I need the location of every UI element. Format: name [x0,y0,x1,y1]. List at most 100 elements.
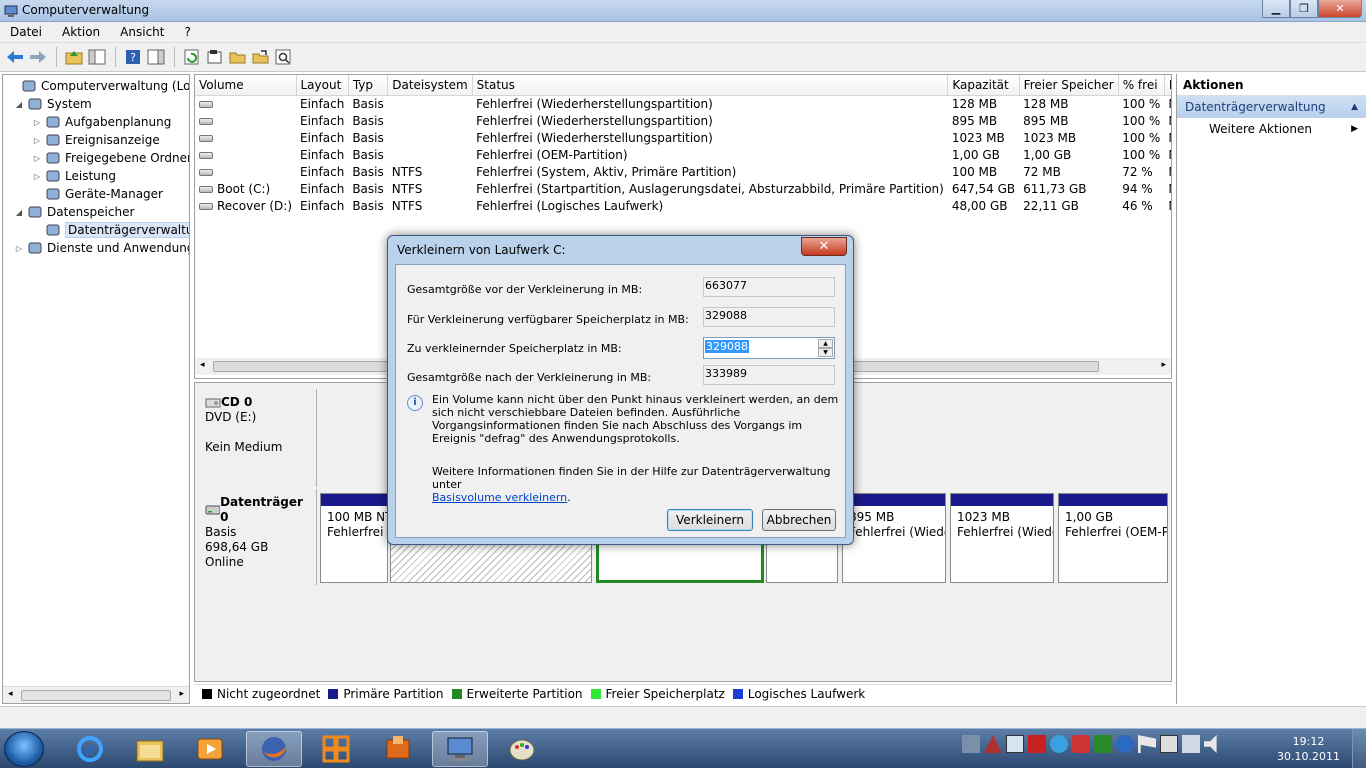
computer-management-taskbar-icon[interactable] [432,731,488,767]
table-row[interactable]: Recover (D:) Einfach Basis NTFS Fehlerfrei (… [195,197,1171,214]
show-desktop-button[interactable] [1352,729,1366,768]
search-icon[interactable] [273,46,295,68]
column-header[interactable]: Kapazität [947,75,1020,96]
internet-explorer-icon[interactable]: e [62,731,118,767]
tree-expander-icon[interactable]: ▷ [31,136,43,145]
minimize-button[interactable]: ▁ [1262,0,1290,18]
office-app-icon[interactable] [370,731,426,767]
tray-app-icon[interactable] [1006,735,1024,753]
menu-bar: Datei Aktion Ansicht ? [0,22,1366,43]
tray-record-icon[interactable] [1072,735,1090,753]
column-header[interactable]: Volume [195,75,297,96]
menu-help[interactable]: ? [174,25,200,39]
spin-down-icon[interactable]: ▼ [818,348,833,357]
tray-security-icon[interactable] [1028,735,1046,753]
up-folder-icon[interactable] [63,46,85,68]
table-cell: 72 % [1122,164,1153,179]
close-button[interactable]: ✕ [1318,0,1362,18]
column-header[interactable]: Fehlertoleranz [1164,75,1171,96]
tree-item[interactable]: ▷ Freigegebene Ordner [31,149,189,167]
tray-network-icon[interactable] [962,735,980,753]
tray-shield-icon[interactable] [1094,735,1112,753]
table-cell: Einfach [300,164,345,179]
firefox-icon[interactable] [246,731,302,767]
tree-expander-icon[interactable]: ◢ [13,208,25,217]
tree-expander-icon[interactable]: ◢ [13,100,25,109]
cancel-button[interactable]: Abbrechen [762,509,836,531]
partition-block[interactable]: 1023 MB Fehlerfrei (Wieder [950,493,1054,583]
storage-icon [27,204,43,220]
paint-icon[interactable] [494,731,550,767]
tray-flag-icon[interactable] [1138,735,1156,753]
column-header[interactable]: Dateisystem [387,75,473,96]
column-header[interactable]: Status [472,75,949,96]
table-row[interactable]: Einfach Basis Fehlerfrei (Wiederherstellun… [195,95,1171,112]
tree-expander-icon[interactable]: ▷ [31,154,43,163]
dialog-close-button[interactable]: ✕ [801,237,847,256]
available-value: 329088 [703,307,835,327]
more-actions-item[interactable]: Weitere Aktionen ▶ [1177,118,1366,140]
show-hide-tree-icon[interactable] [86,46,108,68]
disk0-label[interactable]: Datenträger 0 Basis 698,64 GB Online [199,489,317,585]
computer-management-icon [21,78,37,94]
partition-block[interactable]: 1,00 GB Fehlerfrei (OEM-P [1058,493,1168,583]
office-icon[interactable] [308,731,364,767]
explorer-folder-icon[interactable] [122,731,178,767]
spin-up-icon[interactable]: ▲ [818,339,833,348]
tree-scrollbar[interactable]: ◂ ▸ [3,686,189,703]
clock[interactable]: 19:12 30.10.2011 [1277,734,1340,764]
table-cell [388,146,472,163]
tree-item[interactable]: ▷ Leistung [31,167,116,185]
tree-item[interactable]: ▷ Dienste und Anwendungen [13,239,189,257]
tree-expander-icon[interactable]: ▷ [31,118,43,127]
tree-expander-icon[interactable]: ▷ [13,244,25,253]
refresh-icon[interactable] [181,46,203,68]
media-player-icon[interactable] [182,731,238,767]
shrink-help-link[interactable]: Basisvolume verkleinern [432,491,567,504]
table-row[interactable]: Einfach Basis NTFS Fehlerfrei (System, Akti… [195,163,1171,180]
table-cell: Basis [352,164,384,179]
tree-item[interactable]: ◢ Datenspeicher [13,203,134,221]
menu-aktion[interactable]: Aktion [52,25,110,39]
tree-item[interactable]: ▷ Ereignisanzeige [31,131,160,149]
window-title: Computerverwaltung [22,3,150,17]
column-header[interactable]: Layout [296,75,349,96]
open-folder-icon[interactable] [227,46,249,68]
tree-expander-icon[interactable]: ▷ [31,172,43,181]
properties-icon[interactable] [204,46,226,68]
table-row[interactable]: Einfach Basis Fehlerfrei (Wiederherstellun… [195,129,1171,146]
partition-block[interactable]: 895 MB Fehlerfrei (Wiede [842,493,946,583]
column-header[interactable]: Freier Speicher [1019,75,1119,96]
tray-messenger-icon[interactable] [1050,735,1068,753]
shrink-button[interactable]: Verkleinern [667,509,753,531]
tray-sync-icon[interactable] [1116,735,1134,753]
forward-arrow-icon[interactable] [27,46,49,68]
shrink-amount-input[interactable]: 329088 ▲ ▼ [703,337,835,359]
menu-datei[interactable]: Datei [0,25,52,39]
tray-display-icon[interactable] [1182,735,1200,753]
menu-ansicht[interactable]: Ansicht [110,25,174,39]
tray-device-icon[interactable] [1160,735,1178,753]
start-button[interactable] [4,731,44,767]
maximize-button[interactable]: ❐ [1290,0,1318,18]
show-hide-action-pane-icon[interactable] [145,46,167,68]
partition-block[interactable]: 100 MB NT Fehlerfrei ( [320,493,388,583]
tree-item[interactable]: Computerverwaltung (Lokal) [7,77,189,95]
export-icon[interactable] [250,46,272,68]
back-arrow-icon[interactable] [4,46,26,68]
tree-item[interactable]: Datenträgerverwaltung [31,221,189,239]
tray-volume-icon[interactable] [1204,735,1217,753]
tray-alert-icon[interactable] [984,735,1002,753]
help-icon[interactable]: ? [122,46,144,68]
actions-section-disk-management[interactable]: Datenträgerverwaltung ▲ [1177,96,1366,118]
table-row[interactable]: Einfach Basis Fehlerfrei (OEM-Partition) 1,… [195,146,1171,163]
table-row[interactable]: Boot (C:) Einfach Basis NTFS Fehlerfrei (Sta… [195,180,1171,197]
volume-disk-icon [199,100,213,108]
column-header[interactable]: Typ [348,75,389,96]
table-row[interactable]: Einfach Basis Fehlerfrei (Wiederherstellun… [195,112,1171,129]
column-header[interactable]: % frei [1118,75,1165,96]
tree-item[interactable]: Geräte-Manager [31,185,163,203]
cd-disk-label[interactable]: CD 0 DVD (E:) Kein Medium [199,389,317,487]
tree-item[interactable]: ◢ System [13,95,92,113]
tree-item[interactable]: ▷ Aufgabenplanung [31,113,171,131]
